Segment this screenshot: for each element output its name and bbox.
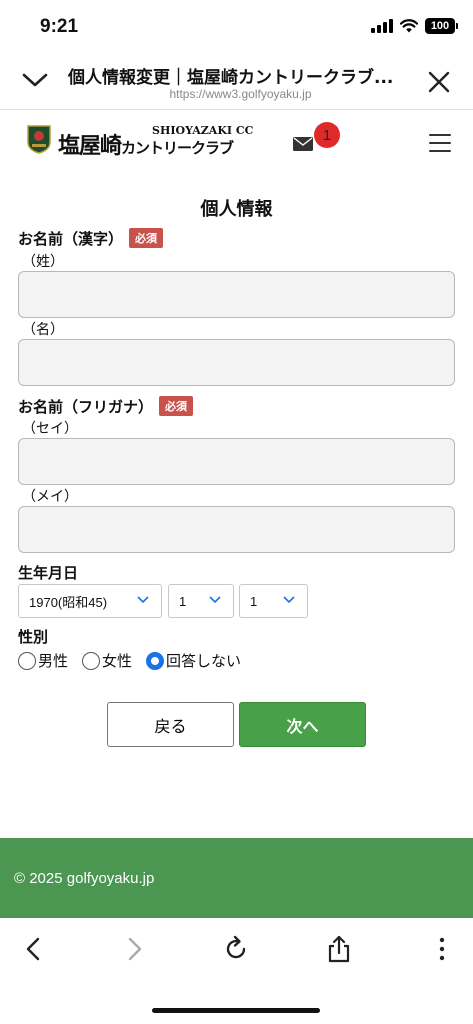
birth-year-select[interactable]: 1970(昭和45)	[18, 584, 162, 618]
wifi-icon	[400, 19, 418, 33]
last-name-label: （姓）	[22, 254, 64, 270]
chevron-down-icon	[137, 596, 149, 604]
club-emblem-icon[interactable]	[26, 124, 52, 154]
hamburger-menu-icon[interactable]	[429, 134, 451, 152]
logo-sub: カントリークラブ	[121, 139, 234, 157]
page-title-browser: 個人情報変更｜塩屋崎カントリークラブ...	[68, 68, 394, 88]
chevron-down-icon	[209, 596, 221, 604]
name-kana-label: お名前（フリガナ） 必須	[18, 396, 194, 417]
last-name-kanji-input[interactable]	[18, 271, 455, 318]
gender-option-female[interactable]: 女性	[82, 650, 132, 671]
birth-day-value: 1	[250, 593, 258, 609]
url-label[interactable]: https://www3.golfyoyaku.jp	[68, 87, 413, 101]
share-icon[interactable]	[325, 934, 353, 964]
browser-header: 個人情報変更｜塩屋崎カントリークラブ... https://www3.golfy…	[0, 52, 473, 110]
birth-year-value: 1970(昭和45)	[29, 594, 108, 610]
gender-option-no-answer[interactable]: 回答しない	[146, 650, 241, 671]
birth-day-select[interactable]: 1	[239, 584, 308, 618]
home-indicator	[152, 1008, 320, 1013]
first-name-kana-label: （メイ）	[22, 489, 78, 505]
birth-month-select[interactable]: 1	[168, 584, 234, 618]
chevron-down-icon[interactable]	[20, 68, 50, 92]
logo-main: 塩屋崎	[58, 133, 122, 159]
radio-male[interactable]	[18, 651, 36, 670]
status-time: 9:21	[40, 16, 79, 37]
gender-radio-group: 男性 女性 回答しない	[18, 650, 255, 671]
gender-no-answer-label: 回答しない	[166, 652, 242, 670]
status-bar: 9:21 100	[0, 0, 473, 52]
gender-male-label: 男性	[38, 652, 69, 670]
birthday-label: 生年月日	[18, 564, 79, 582]
forward-icon[interactable]	[120, 934, 148, 964]
last-name-kana-label: （セイ）	[22, 421, 78, 437]
close-icon[interactable]	[427, 70, 451, 94]
birth-month-value: 1	[179, 593, 187, 609]
chevron-down-icon	[283, 596, 295, 604]
last-name-kana-input[interactable]	[18, 438, 455, 485]
required-badge: 必須	[159, 396, 194, 416]
status-icons: 100	[371, 18, 458, 34]
name-kanji-label: お名前（漢字） 必須	[18, 228, 164, 249]
battery-icon: 100	[425, 18, 458, 34]
gender-option-male[interactable]: 男性	[18, 650, 68, 671]
more-icon[interactable]	[428, 934, 456, 964]
mail-icon[interactable]	[293, 137, 313, 151]
back-button[interactable]: 戻る	[107, 702, 234, 747]
form-title: 個人情報	[200, 199, 273, 220]
back-icon[interactable]	[20, 934, 48, 964]
mail-count-badge: 1	[314, 122, 340, 148]
first-name-kana-input[interactable]	[18, 506, 455, 553]
radio-no-answer[interactable]	[146, 651, 165, 670]
copyright-text: © 2025 golfyoyaku.jp	[14, 869, 155, 887]
logo-english: SHIOYAZAKI CC	[152, 124, 254, 137]
gender-label: 性別	[18, 628, 49, 646]
required-badge: 必須	[129, 228, 164, 248]
name-kanji-label-text: お名前（漢字）	[18, 230, 124, 248]
name-kana-label-text: お名前（フリガナ）	[18, 398, 154, 416]
first-name-label: （名）	[22, 322, 64, 338]
radio-female[interactable]	[82, 651, 101, 670]
reload-icon[interactable]	[222, 934, 250, 964]
site-footer: © 2025 golfyoyaku.jp	[0, 838, 473, 918]
gender-female-label: 女性	[102, 652, 133, 670]
site-header: 塩屋崎カントリークラブ SHIOYAZAKI CC 1	[0, 110, 473, 172]
first-name-kanji-input[interactable]	[18, 339, 455, 386]
cellular-signal-icon	[371, 19, 393, 33]
next-button[interactable]: 次へ	[239, 702, 366, 747]
